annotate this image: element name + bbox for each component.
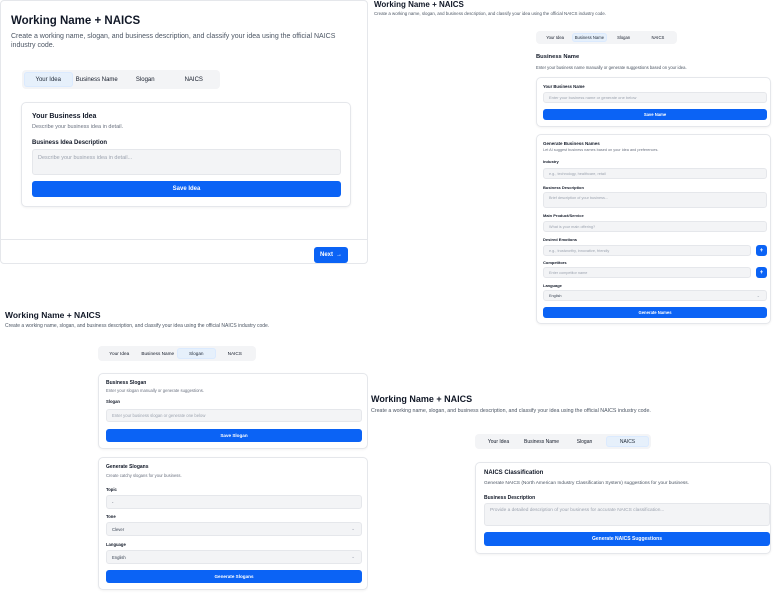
tab-slogan[interactable]: Slogan xyxy=(177,348,216,359)
tab-slogan[interactable]: Slogan xyxy=(121,72,170,87)
tab-your-idea[interactable]: Your Idea xyxy=(100,348,139,359)
generate-slogans-button[interactable]: Generate Slogans xyxy=(106,570,362,583)
tab-your-idea[interactable]: Your Idea xyxy=(477,436,520,447)
idea-card-desc: Describe your business idea in detail. xyxy=(32,124,124,130)
panel-your-idea: Working Name + NAICS Create a working na… xyxy=(0,0,368,264)
idea-description-input[interactable]: Describe your business idea in detail... xyxy=(32,149,341,175)
tab-bar: Your Idea Business Name Slogan NAICS xyxy=(536,31,677,44)
page-subtitle: Create a working name, slogan, and busin… xyxy=(11,33,336,50)
tone-value: Clever xyxy=(112,526,125,532)
generate-names-desc: Let AI suggest business names based on y… xyxy=(543,148,659,152)
generate-slogans-title: Generate Slogans xyxy=(106,464,149,470)
language-select[interactable]: English ⌄ xyxy=(543,290,767,301)
topic-label: Topic xyxy=(106,487,117,492)
save-name-button[interactable]: Save Name xyxy=(543,109,767,120)
tab-business-name[interactable]: Business Name xyxy=(73,72,122,87)
slogan-card-title: Business Slogan xyxy=(106,380,147,386)
chevron-down-icon: ⌄ xyxy=(756,293,760,298)
arrow-right-icon: → xyxy=(336,252,342,258)
tab-naics[interactable]: NAICS xyxy=(641,33,675,42)
business-name-heading: Business Name xyxy=(536,54,580,60)
main-product-input[interactable]: What is your main offering? xyxy=(543,221,767,232)
tab-your-idea[interactable]: Your Idea xyxy=(24,72,73,87)
tab-naics[interactable]: NAICS xyxy=(216,348,255,359)
panel-business-name: Working Name + NAICS Create a working na… xyxy=(370,0,780,330)
main-product-label: Main Product/Service xyxy=(543,213,584,218)
slogan-card: Business Slogan Enter your slogan manual… xyxy=(98,373,368,449)
next-button[interactable]: Next → xyxy=(314,247,348,263)
tone-select[interactable]: Clever ⌄ xyxy=(106,522,362,536)
tone-label: Tone xyxy=(106,514,116,519)
business-description-input[interactable]: Brief description of your business... xyxy=(543,192,767,208)
save-idea-button[interactable]: Save Idea xyxy=(32,181,341,197)
business-name-input[interactable]: Enter your business name or generate one… xyxy=(543,92,767,103)
footer-divider xyxy=(1,239,367,240)
add-competitor-button[interactable]: + xyxy=(756,267,767,278)
language-value: English xyxy=(549,293,562,298)
page-subtitle: Create a working name, slogan, and busin… xyxy=(371,408,651,414)
generate-names-button[interactable]: Generate Names xyxy=(543,307,767,318)
generate-slogans-desc: Create catchy slogans for your business. xyxy=(106,473,182,478)
idea-card-title: Your Business Idea xyxy=(32,113,97,120)
language-label: Language xyxy=(543,283,562,288)
topic-input[interactable]: - xyxy=(106,495,362,509)
slogan-field-label: Slogan xyxy=(106,399,120,404)
generate-naics-button[interactable]: Generate NAICS Suggestions xyxy=(484,532,770,546)
chevron-down-icon: ⌄ xyxy=(351,554,355,559)
generate-names-card: Generate Business Names Let AI suggest b… xyxy=(536,134,771,324)
language-select[interactable]: English ⌄ xyxy=(106,550,362,564)
language-label: Language xyxy=(106,542,126,547)
tab-naics[interactable]: NAICS xyxy=(606,436,649,447)
add-emotion-button[interactable]: + xyxy=(756,245,767,256)
tab-bar: Your Idea Business Name Slogan NAICS xyxy=(22,70,220,89)
panel-naics: Working Name + NAICS Create a working na… xyxy=(368,388,780,568)
business-name-label: Your Business Name xyxy=(543,84,585,89)
plus-icon: + xyxy=(759,269,764,276)
page-title: Working Name + NAICS xyxy=(371,394,473,404)
tab-naics[interactable]: NAICS xyxy=(170,72,219,87)
idea-field-label: Business Idea Description xyxy=(32,140,108,146)
idea-card: Your Business Idea Describe your busines… xyxy=(21,102,351,207)
naics-card-desc: Generate NAICS (North American Industry … xyxy=(484,481,690,486)
industry-input[interactable]: e.g., technology, healthcare, retail xyxy=(543,168,767,179)
business-description-label: Business Description xyxy=(543,185,584,190)
desired-emotions-label: Desired Emotions xyxy=(543,237,578,242)
naics-description-input[interactable]: Provide a detailed description of your b… xyxy=(484,503,770,526)
page-title: Working Name + NAICS xyxy=(11,15,141,27)
chevron-down-icon: ⌄ xyxy=(351,526,355,531)
next-label: Next xyxy=(319,252,333,258)
desired-emotions-input[interactable]: e.g., trustworthy, innovative, friendly xyxy=(543,245,751,256)
tab-your-idea[interactable]: Your Idea xyxy=(538,33,572,42)
competitors-input[interactable]: Enter competitor name xyxy=(543,267,751,278)
naics-field-label: Business Description xyxy=(484,495,536,501)
tab-slogan[interactable]: Slogan xyxy=(607,33,641,42)
tab-business-name[interactable]: Business Name xyxy=(572,33,607,42)
tab-bar: Your Idea Business Name Slogan NAICS xyxy=(475,434,651,449)
tab-business-name[interactable]: Business Name xyxy=(139,348,178,359)
tab-business-name[interactable]: Business Name xyxy=(520,436,563,447)
generate-names-title: Generate Business Names xyxy=(543,141,600,146)
slogan-card-desc: Enter your slogan manually or generate s… xyxy=(106,388,204,393)
page-title: Working Name + NAICS xyxy=(374,0,464,9)
generate-slogans-card: Generate Slogans Create catchy slogans f… xyxy=(98,457,368,590)
plus-icon: + xyxy=(759,247,764,254)
page-subtitle: Create a working name, slogan, and busin… xyxy=(5,323,270,329)
page-title: Working Name + NAICS xyxy=(5,310,101,320)
tab-bar: Your Idea Business Name Slogan NAICS xyxy=(98,346,256,361)
language-value: English xyxy=(112,554,126,560)
slogan-input[interactable]: Enter your business slogan or generate o… xyxy=(106,409,362,422)
industry-label: Industry xyxy=(543,159,559,164)
tab-slogan[interactable]: Slogan xyxy=(563,436,606,447)
page-subtitle: Create a working name, slogan, and busin… xyxy=(374,11,607,16)
naics-card-title: NAICS Classification xyxy=(484,470,544,476)
business-name-desc: Enter your business name manually or gen… xyxy=(536,65,687,70)
competitors-label: Competitors xyxy=(543,260,567,265)
business-name-card: Your Business Name Enter your business n… xyxy=(536,77,771,127)
panel-slogan: Working Name + NAICS Create a working na… xyxy=(0,305,368,595)
save-slogan-button[interactable]: Save Slogan xyxy=(106,429,362,442)
naics-card: NAICS Classification Generate NAICS (Nor… xyxy=(475,462,771,554)
